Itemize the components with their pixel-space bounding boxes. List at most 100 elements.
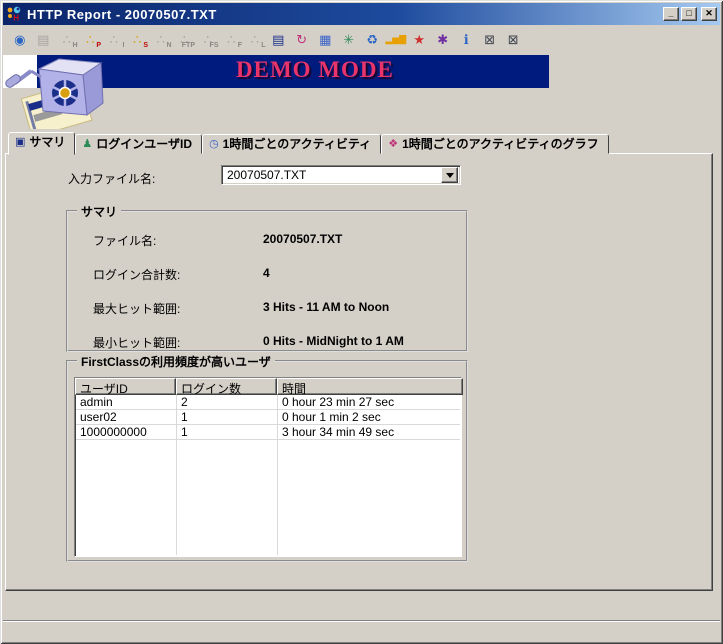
tab-login-user-id[interactable]: ♟ログインユーザID <box>75 134 202 154</box>
chart-h-badge: H <box>72 42 77 49</box>
chart-fs-button: ∴FS <box>196 28 220 52</box>
close-report-icon: ⊠ <box>508 34 519 47</box>
globe-sync-icon: ♻ <box>366 34 378 47</box>
hourly-graph-tab-icon: ❖ <box>388 138 398 149</box>
bar-chart-button[interactable]: ▂▅▇ <box>384 28 408 52</box>
chart-ftp-button: ∴FTP <box>173 28 197 52</box>
refresh-edit-button[interactable]: ↻ <box>290 28 314 52</box>
list-star-button[interactable]: ★ <box>408 28 432 52</box>
app-logo <box>3 55 117 129</box>
table-cell: 0 hour 1 min 2 sec <box>278 410 460 424</box>
chart-s-button[interactable]: ∴S <box>126 28 150 52</box>
table-cell: 1 <box>177 410 278 424</box>
close-window-icon: ⊠ <box>484 34 495 47</box>
svg-text:H: H <box>13 14 19 23</box>
overview-globe-icon: ◉ <box>14 34 25 47</box>
top-users-groupbox-title: FirstClassの利用頻度が高いユーザ <box>77 353 275 370</box>
summary-row-label: 最大ヒット範囲: <box>93 300 263 334</box>
chart-h-button: ∴H <box>55 28 79 52</box>
tab-label: サマリ <box>29 133 65 150</box>
user-table: ユーザIDログイン数時間 admin20 hour 23 min 27 secu… <box>74 377 462 557</box>
globe-sync-button[interactable]: ♻ <box>361 28 385 52</box>
combobox-dropdown-button[interactable] <box>441 167 458 183</box>
table-cell: 3 hour 34 min 49 sec <box>278 425 460 439</box>
input-file-label: 入力ファイル名: <box>68 170 155 187</box>
minimize-button[interactable]: _ <box>663 7 679 21</box>
chart-p-badge: P <box>96 42 101 49</box>
summary-groupbox: サマリ ファイル名:20070507.TXTログイン合計数:4最大ヒット範囲:3… <box>66 210 468 352</box>
list-options-button[interactable]: ✱ <box>431 28 455 52</box>
summary-row-value: 4 <box>263 266 270 300</box>
close-report-button[interactable]: ⊠ <box>502 28 526 52</box>
summary-row-label: ファイル名: <box>93 232 263 266</box>
summary-row: 最大ヒット範囲:3 Hits - 11 AM to Noon <box>93 300 458 334</box>
refresh-edit-icon: ↻ <box>296 34 307 47</box>
summary-tab-panel: 入力ファイル名: 20070507.TXT サマリ ファイル名:20070507… <box>5 153 713 591</box>
chart-f-button: ∴F <box>220 28 244 52</box>
tab-label: 1時間ごとのアクティビティのグラフ <box>402 135 599 152</box>
input-file-value: 20070507.TXT <box>222 168 441 182</box>
image-mail-button[interactable]: ▦ <box>314 28 338 52</box>
column-header-3[interactable]: 時間 <box>277 378 463 395</box>
title-bar: H HTTP Report - 20070507.TXT _ □ ✕ <box>3 3 720 25</box>
app-window: H HTTP Report - 20070507.TXT _ □ ✕ ◉▤∴H∴… <box>0 0 723 644</box>
table-cell: 1000000000 <box>76 425 177 439</box>
tab-hourly-activity-graph[interactable]: ❖ 1時間ごとのアクティビティのグラフ <box>381 134 608 154</box>
column-header-1[interactable]: ユーザID <box>75 378 176 395</box>
input-file-combobox[interactable]: 20070507.TXT <box>221 165 461 185</box>
image-mail-icon: ▦ <box>319 34 331 47</box>
user-table-body: admin20 hour 23 min 27 secuser0210 hour … <box>76 395 460 555</box>
list-star-icon: ★ <box>413 34 425 47</box>
chart-f-badge: F <box>238 42 242 49</box>
table-cell: 1 <box>177 425 278 439</box>
summary-groupbox-title: サマリ <box>77 203 121 220</box>
summary-rows: ファイル名:20070507.TXTログイン合計数:4最大ヒット範囲:3 Hit… <box>93 232 458 368</box>
user-table-header: ユーザIDログイン数時間 <box>75 378 461 395</box>
chart-l-button: ∴L <box>243 28 267 52</box>
chart-fs-badge: FS <box>210 42 219 49</box>
tab-label: 1時間ごとのアクティビティ <box>223 135 372 152</box>
chevron-down-icon <box>446 173 454 182</box>
user-group-button[interactable]: ✳ <box>337 28 361 52</box>
summary-row-value: 3 Hits - 11 AM to Noon <box>263 300 389 334</box>
chart-ftp-badge: FTP <box>182 42 195 49</box>
summary-row: ログイン合計数:4 <box>93 266 458 300</box>
info-exit-icon: ℹ <box>464 34 469 47</box>
chart-i-button: ∴I <box>102 28 126 52</box>
column-header-2[interactable]: ログイン数 <box>176 378 277 395</box>
top-users-groupbox: FirstClassの利用頻度が高いユーザ ユーザIDログイン数時間 admin… <box>66 360 468 562</box>
chart-i-badge: I <box>123 42 125 49</box>
chart-i-icon: ∴ <box>110 34 118 47</box>
app-icon: H <box>6 6 23 22</box>
tab-hourly-activity[interactable]: ◷1時間ごとのアクティビティ <box>202 134 381 154</box>
window-title: HTTP Report - 20070507.TXT <box>27 7 663 22</box>
close-button[interactable]: ✕ <box>701 7 717 21</box>
chart-l-badge: L <box>261 42 265 49</box>
chart-s-icon: ∴ <box>133 34 141 47</box>
table-row[interactable]: user0210 hour 1 min 2 sec <box>76 410 460 425</box>
summary-row: ファイル名:20070507.TXT <box>93 232 458 266</box>
printer-button: ▤ <box>32 28 56 52</box>
demo-mode-text: DEMO MODE <box>236 57 394 83</box>
bar-chart-icon: ▂▅▇ <box>385 36 406 45</box>
toolbar: ◉▤∴H∴P∴I∴S∴N∴FTP∴FS∴F∴L▤↻▦✳♻▂▅▇★✱ℹ⊠⊠ <box>3 25 720 55</box>
chart-n-badge: N <box>166 42 171 49</box>
table-row[interactable]: 100000000013 hour 34 min 49 sec <box>76 425 460 440</box>
summary-tab-icon: ▣ <box>15 136 25 147</box>
close-window-button[interactable]: ⊠ <box>478 28 502 52</box>
window-controls: _ □ ✕ <box>663 7 717 21</box>
table-row[interactable]: admin20 hour 23 min 27 sec <box>76 395 460 410</box>
chart-n-icon: ∴ <box>157 34 165 47</box>
maximize-button[interactable]: □ <box>681 7 697 21</box>
tab-summary[interactable]: ▣ サマリ <box>8 132 75 155</box>
printer-icon: ▤ <box>37 34 49 47</box>
report-list-button[interactable]: ▤ <box>267 28 291 52</box>
overview-globe-button[interactable]: ◉ <box>8 28 32 52</box>
chart-p-button[interactable]: ∴P <box>79 28 103 52</box>
table-cell: admin <box>76 395 177 409</box>
login-user-tab-icon: ♟ <box>82 138 92 149</box>
report-list-icon: ▤ <box>272 34 284 47</box>
chart-h-icon: ∴ <box>63 34 71 47</box>
info-exit-button[interactable]: ℹ <box>455 28 479 52</box>
table-cell: user02 <box>76 410 177 424</box>
